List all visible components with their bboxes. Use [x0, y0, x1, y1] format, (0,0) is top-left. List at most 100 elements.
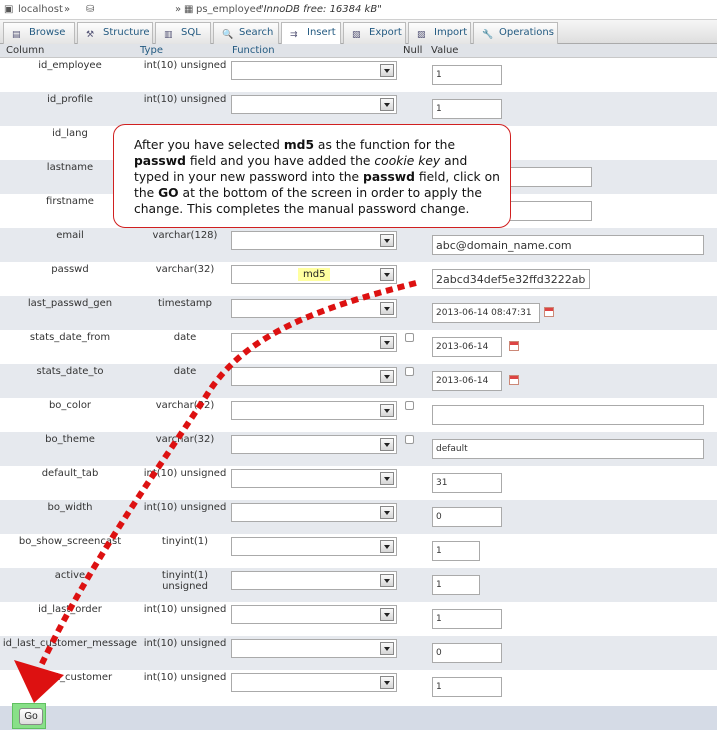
function-select[interactable] [231, 367, 397, 386]
column-name: last_passwd_gen [27, 298, 113, 309]
function-select[interactable] [231, 299, 397, 318]
tab-sql[interactable]: ▥ SQL [155, 22, 211, 44]
chevron-down-icon [380, 98, 394, 111]
insert-icon: ⇉ [290, 30, 298, 40]
tab-insert[interactable]: ⇉ Insert [281, 22, 341, 45]
column-name: default_tab [41, 468, 99, 479]
column-type: int(10) unsigned [143, 502, 227, 513]
function-select[interactable] [231, 605, 397, 624]
column-name: email [56, 230, 84, 241]
header-value: Value [431, 45, 459, 56]
tab-label: SQL [181, 27, 201, 38]
function-selected-value: md5 [298, 268, 331, 281]
value-input[interactable]: abc@domain_name.com [432, 235, 704, 255]
chevron-down-icon [380, 302, 394, 315]
value-input[interactable]: 1 [432, 541, 480, 561]
value-input[interactable]: 1 [432, 677, 502, 697]
null-checkbox[interactable] [405, 401, 414, 410]
structure-icon: ⚒ [86, 30, 95, 40]
header-column: Column [6, 45, 45, 56]
column-name: id_profile [47, 94, 93, 105]
column-type: date [173, 366, 197, 377]
chevron-down-icon [380, 472, 394, 485]
value-input[interactable] [432, 405, 704, 425]
value-input[interactable]: 0 [432, 643, 502, 663]
chevron-down-icon [380, 574, 394, 587]
null-checkbox[interactable] [405, 367, 414, 376]
chevron-down-icon [380, 370, 394, 383]
column-name: stats_date_from [29, 332, 111, 343]
null-checkbox[interactable] [405, 435, 414, 444]
tab-browse[interactable]: ▤ Browse [3, 22, 75, 44]
column-name: id_last_customer [27, 672, 113, 683]
function-select[interactable] [231, 673, 397, 692]
tab-label: Insert [307, 27, 336, 38]
chevron-down-icon [380, 268, 394, 281]
value-input[interactable]: 2abcd34def5e32ffd3222ab [432, 269, 590, 289]
header-type[interactable]: Type [140, 45, 163, 56]
table-row: bo_show_screencast tinyint(1) 1 [0, 534, 717, 568]
table-row: active tinyint(1) unsigned 1 [0, 568, 717, 602]
value-input[interactable]: 31 [432, 473, 502, 493]
table-row: last_passwd_gen timestamp 2013-06-14 08:47… [0, 296, 717, 330]
column-type: tinyint(1) [161, 536, 209, 547]
tab-structure[interactable]: ⚒ Structure [77, 22, 153, 44]
go-button[interactable]: Go [19, 708, 43, 725]
calendar-icon[interactable] [544, 307, 554, 317]
column-type: int(10) unsigned [143, 672, 227, 683]
breadcrumb-table[interactable]: ps_employee [196, 4, 262, 15]
chevron-down-icon [380, 234, 394, 247]
value-input[interactable]: 2013-06-14 [432, 337, 502, 357]
column-name: passwd [51, 264, 89, 275]
calendar-icon[interactable] [509, 341, 519, 351]
function-select[interactable] [231, 61, 397, 80]
column-name: bo_theme [45, 434, 95, 445]
chevron-down-icon [380, 64, 394, 77]
table-row: stats_date_to date 2013-06-14 [0, 364, 717, 398]
table-row: bo_width int(10) unsigned 0 [0, 500, 717, 534]
breadcrumb: ▣ localhost » ⛁ » ▦ ps_employee "InnoDB … [0, 0, 717, 20]
value-input[interactable]: 1 [432, 99, 502, 119]
table-row: id_last_customer int(10) unsigned 1 [0, 670, 717, 704]
function-select[interactable] [231, 435, 397, 454]
function-select[interactable] [231, 231, 397, 250]
function-select[interactable] [231, 503, 397, 522]
tab-search[interactable]: 🔍 Search [213, 22, 279, 44]
value-input[interactable]: 1 [432, 65, 502, 85]
calendar-icon[interactable] [509, 375, 519, 385]
table-row: stats_date_from date 2013-06-14 [0, 330, 717, 364]
tab-import[interactable]: ▨ Import [408, 22, 471, 44]
header-function[interactable]: Function [232, 45, 275, 56]
table-row: passwd varchar(32) md5 2abcd34def5e32ffd322… [0, 262, 717, 296]
table-info: "InnoDB free: 16384 kB" [259, 4, 382, 15]
value-input[interactable]: 2013-06-14 08:47:31 [432, 303, 540, 323]
function-select[interactable] [231, 571, 397, 590]
value-input[interactable]: 2013-06-14 [432, 371, 502, 391]
database-icon: ⛁ [86, 4, 95, 15]
function-select[interactable] [231, 469, 397, 488]
browse-icon: ▤ [12, 30, 21, 40]
tab-export[interactable]: ▧ Export [343, 22, 406, 44]
function-select[interactable] [231, 95, 397, 114]
tab-bar: ▤ Browse ⚒ Structure ▥ SQL 🔍 Search ⇉ Insert ▧ Expo… [0, 20, 717, 45]
tab-operations[interactable]: 🔧 Operations [473, 22, 558, 44]
column-type: int(10) unsigned [143, 638, 227, 649]
table-row: id_employee int(10) unsigned 1 [0, 58, 717, 92]
function-select[interactable]: md5 [231, 265, 397, 284]
breadcrumb-server[interactable]: localhost [18, 4, 63, 15]
column-name: active [54, 570, 86, 581]
null-checkbox[interactable] [405, 333, 414, 342]
function-select[interactable] [231, 401, 397, 420]
value-input[interactable]: 1 [432, 575, 480, 595]
chevron-down-icon [380, 506, 394, 519]
function-select[interactable] [231, 537, 397, 556]
function-select[interactable] [231, 639, 397, 658]
function-select[interactable] [231, 333, 397, 352]
value-input[interactable]: default [432, 439, 704, 459]
column-header-row: Column Type Function Null Value [0, 44, 717, 58]
value-input[interactable]: 1 [432, 609, 502, 629]
value-input[interactable]: 0 [432, 507, 502, 527]
column-type: timestamp [158, 298, 212, 309]
chevron-down-icon [380, 540, 394, 553]
column-type: int(10) unsigned [143, 60, 227, 71]
